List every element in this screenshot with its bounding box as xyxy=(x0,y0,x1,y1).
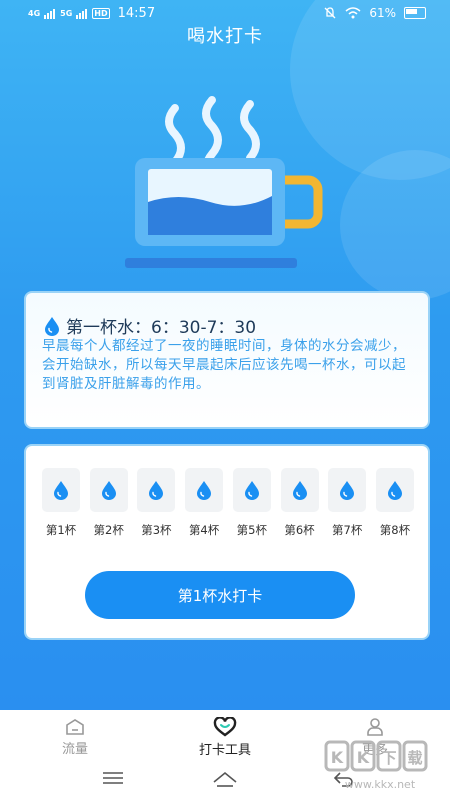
mute-icon xyxy=(324,7,336,19)
svg-text:K: K xyxy=(357,748,370,767)
home-nav-icon[interactable] xyxy=(212,770,238,788)
cup-list: 第1杯 第2杯 第3杯 第4杯 第5杯 第6杯 第7杯 第8杯 xyxy=(40,468,416,538)
wifi-icon xyxy=(345,7,361,19)
clock: 14:57 xyxy=(117,6,156,21)
battery-icon xyxy=(404,7,426,19)
cup-label: 第1杯 xyxy=(45,523,77,537)
checkin-button[interactable]: 第1杯水打卡 xyxy=(85,571,355,619)
app-background: 4G 5G HD 14:57 61% 喝水打卡 第一杯水：6：30-7：30 早… xyxy=(0,0,450,710)
nav-label: 流量 xyxy=(61,741,88,757)
nav-item-traffic[interactable]: 流量 xyxy=(0,710,150,764)
kk-download-watermark-logo: K K 下 载 www.kkx.net xyxy=(324,740,428,791)
cup-box xyxy=(42,468,80,512)
menu-icon[interactable] xyxy=(102,770,124,786)
cup-label: 第5杯 xyxy=(236,523,267,537)
water-drop-icon xyxy=(45,316,59,336)
svg-text:载: 载 xyxy=(407,749,422,767)
coffee-cup-illustration xyxy=(125,96,323,268)
hd-label: HD xyxy=(92,8,110,19)
nav-item-checkin-tools[interactable]: 打卡工具 xyxy=(150,710,300,764)
cup-box xyxy=(89,468,128,512)
nav-label: 打卡工具 xyxy=(198,742,251,758)
signal-5g-label: 5G xyxy=(60,9,73,18)
cup-box xyxy=(137,468,176,512)
cup-label: 第7杯 xyxy=(332,523,363,537)
page-title: 喝水打卡 xyxy=(187,26,263,47)
cup-item[interactable]: 第6杯 xyxy=(279,468,321,538)
cup-label: 第6杯 xyxy=(284,523,315,537)
water-drop-icon xyxy=(292,481,307,500)
water-drop-icon xyxy=(340,481,355,500)
cup-item[interactable]: 第2杯 xyxy=(88,468,130,538)
cup-item[interactable]: 第5杯 xyxy=(231,468,273,538)
water-drop-icon xyxy=(244,481,259,500)
svg-text:K: K xyxy=(331,748,344,767)
cup-label: 第8杯 xyxy=(379,523,411,537)
cup-label: 第3杯 xyxy=(141,523,172,537)
cup-item[interactable]: 第4杯 xyxy=(183,468,225,538)
water-drop-icon xyxy=(54,481,68,500)
signal-bars-icon xyxy=(76,8,88,19)
cup-label: 第2杯 xyxy=(93,523,124,537)
water-drop-icon xyxy=(197,481,212,500)
svg-text:www.kkx.net: www.kkx.net xyxy=(345,778,416,791)
cup-label: 第4杯 xyxy=(188,523,220,537)
home-icon xyxy=(66,718,84,735)
info-title-row: 第一杯水：6：30-7：30 xyxy=(44,313,256,338)
signal-4g-label: 4G xyxy=(28,9,41,18)
water-drop-icon xyxy=(387,481,402,500)
person-icon xyxy=(367,717,383,736)
svg-text:下: 下 xyxy=(381,749,396,767)
cup-box xyxy=(280,468,319,512)
signal-bars-icon xyxy=(44,8,56,19)
water-drop-icon xyxy=(101,481,116,500)
water-drop-icon xyxy=(149,481,164,500)
heart-icon xyxy=(213,716,237,736)
cup-box xyxy=(232,468,271,512)
info-title: 第一杯水：6：30-7：30 xyxy=(66,318,257,338)
cup-item[interactable]: 第7杯 xyxy=(326,468,368,538)
info-text: 早晨每个人都经过了一夜的睡眠时间，身体的水分会减少，会开始缺水，所以每天早晨起床… xyxy=(42,338,406,392)
cup-item[interactable]: 第3杯 xyxy=(135,468,177,538)
battery-percent: 61% xyxy=(369,6,396,20)
cup-box xyxy=(185,468,224,512)
info-card: 第一杯水：6：30-7：30 早晨每个人都经过了一夜的睡眠时间，身体的水分会减少… xyxy=(24,291,430,429)
cup-item[interactable]: 第8杯 xyxy=(374,468,416,538)
checkin-card: 第1杯 第2杯 第3杯 第4杯 第5杯 第6杯 第7杯 第8杯 第1杯水打卡 xyxy=(24,444,430,640)
cup-box xyxy=(375,468,414,512)
cup-item[interactable]: 第1杯 xyxy=(40,468,82,538)
cup-box xyxy=(328,468,367,512)
